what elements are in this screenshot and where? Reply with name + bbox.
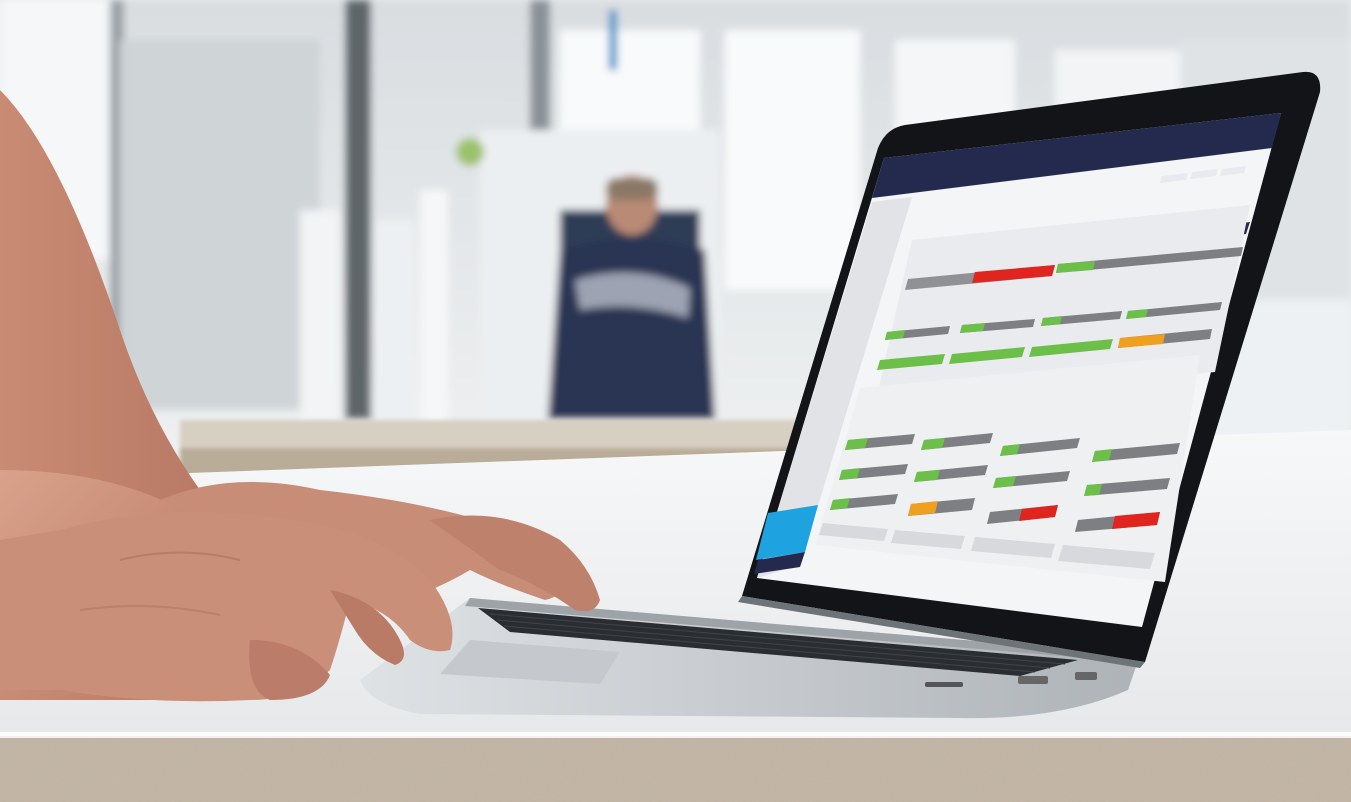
photo-scene [0,0,1351,802]
scene-svg [0,0,1351,802]
